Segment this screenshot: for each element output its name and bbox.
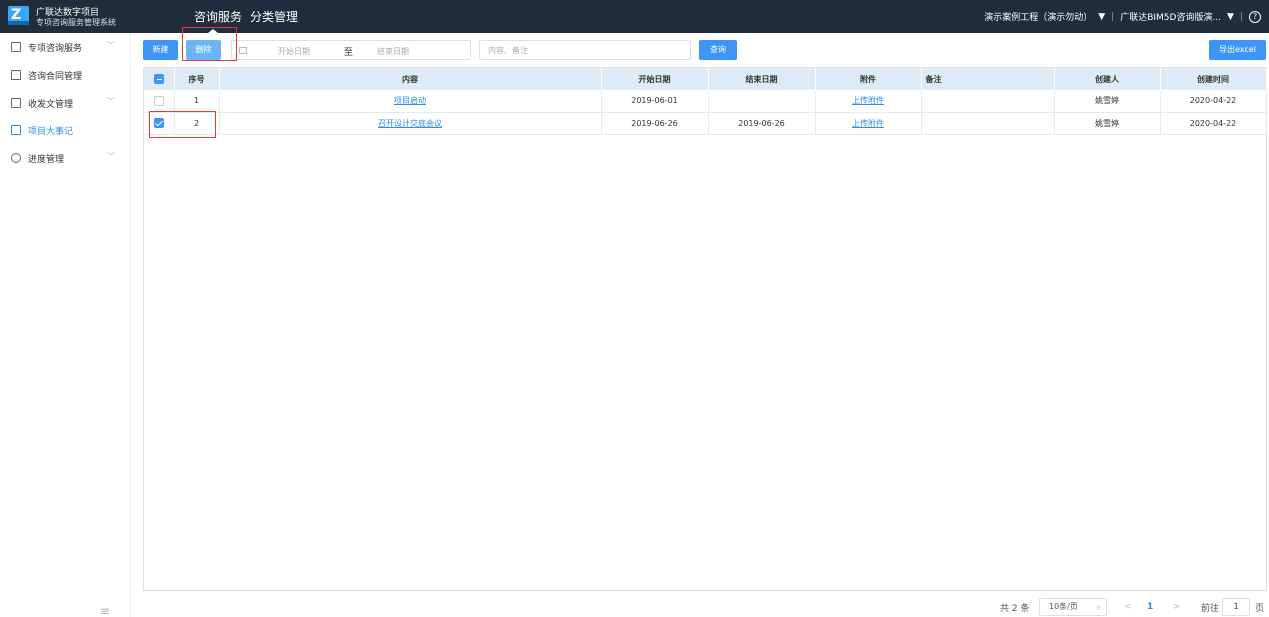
prev-page-button[interactable]: <	[1124, 598, 1132, 616]
table-header-row: 序号 内容 开始日期 结束日期 附件 备注 创建人 创建时间	[144, 68, 1267, 90]
active-tab-indicator	[208, 29, 218, 33]
sidebar-item-documents[interactable]: 收发文管理 ﹀	[0, 90, 130, 116]
clock-icon	[11, 153, 21, 163]
row-select-cell[interactable]	[144, 112, 175, 135]
company-selector[interactable]: 广联达BIM5D咨询版演...	[1120, 10, 1221, 23]
end-date-placeholder[interactable]: 结束日期	[377, 46, 409, 57]
date-range-picker[interactable]: 开始日期 至 结束日期	[231, 40, 471, 60]
select-all-cell[interactable]	[144, 68, 175, 90]
creator-cell: 姚雪婷	[1054, 90, 1161, 113]
row-checkbox[interactable]	[153, 95, 164, 106]
sidebar-item-label: 进度管理	[28, 155, 65, 165]
table-row[interactable]: 2 召开设计交底会议 2019-06-26 2019-06-26 上传附件 姚雪…	[144, 112, 1267, 135]
new-button[interactable]: 新建	[143, 40, 178, 60]
chevron-down-icon: ∨	[1095, 603, 1101, 611]
chevron-down-icon[interactable]: ﹀	[107, 96, 115, 107]
column-header: 创建时间	[1160, 68, 1267, 90]
project-selector[interactable]: 演示案例工程（演示勿动）	[984, 10, 1092, 23]
column-header: 开始日期	[601, 68, 709, 90]
upload-attachment-link[interactable]: 上传附件	[852, 119, 884, 128]
row-checkbox[interactable]	[153, 118, 164, 128]
row-number: 1	[174, 90, 220, 113]
sidebar-item-contract[interactable]: 咨询合同管理	[0, 62, 130, 88]
end-date-cell	[708, 90, 816, 113]
column-header: 附件	[815, 68, 922, 90]
goto-label: 前往	[1201, 603, 1220, 614]
row-number: 2	[174, 112, 220, 135]
tab-consulting-service[interactable]: 咨询服务	[194, 8, 242, 25]
created-time-cell: 2020-04-22	[1160, 90, 1267, 113]
notebook-icon	[11, 125, 21, 135]
export-excel-button[interactable]: 导出excel	[1209, 40, 1266, 60]
top-bar: Z 广联达数字项目 专项咨询服务管理系统 咨询服务 分类管理 演示案例工程（演示…	[0, 0, 1269, 33]
tab-category-management[interactable]: 分类管理	[250, 8, 298, 25]
attachment-cell: 上传附件	[815, 112, 922, 135]
milestone-table: 序号 内容 开始日期 结束日期 附件 备注 创建人 创建时间 1 项目启动 20…	[143, 67, 1267, 591]
sidebar: 专项咨询服务 ﹀ 咨询合同管理 收发文管理 ﹀ 项目大事记 进度管理 ﹀ ≡	[0, 33, 131, 617]
column-header: 备注	[921, 68, 1055, 90]
doc-icon	[11, 42, 21, 52]
column-header: 序号	[174, 68, 220, 90]
page-suffix-label: 页	[1255, 603, 1265, 614]
pagination-total: 共 2 条	[1000, 603, 1030, 614]
column-header: 结束日期	[708, 68, 816, 90]
page-size-select[interactable]: 10条/页 ∨	[1039, 598, 1107, 616]
header-right: 演示案例工程（演示勿动） ▼ | 广联达BIM5D咨询版演... ▼ | ?	[984, 10, 1261, 23]
start-date-placeholder[interactable]: 开始日期	[278, 46, 310, 57]
brand-subtitle: 专项咨询服务管理系统	[36, 18, 116, 27]
goto-page-input[interactable]: 1	[1222, 598, 1250, 616]
column-header: 创建人	[1054, 68, 1161, 90]
content-link[interactable]: 项目启动	[394, 96, 426, 105]
sidebar-item-label: 咨询合同管理	[28, 72, 83, 82]
menu-collapse-icon[interactable]: ≡	[100, 604, 110, 617]
start-date-cell: 2019-06-26	[601, 112, 709, 135]
select-all-checkbox[interactable]	[153, 74, 164, 84]
content-cell: 召开设计交底会议	[219, 112, 602, 135]
range-separator: 至	[344, 48, 354, 58]
page-size-value: 10条/页	[1049, 602, 1078, 611]
chevron-down-icon[interactable]: ﹀	[107, 40, 115, 51]
sidebar-item-label: 收发文管理	[28, 100, 74, 110]
creator-cell: 姚雪婷	[1054, 112, 1161, 135]
sidebar-item-label: 项目大事记	[28, 127, 74, 137]
end-date-cell: 2019-06-26	[708, 112, 816, 135]
delete-button[interactable]: 删除	[186, 40, 221, 60]
row-select-cell[interactable]	[144, 90, 175, 113]
start-date-cell: 2019-06-01	[601, 90, 709, 113]
created-time-cell: 2020-04-22	[1160, 112, 1267, 135]
project-dropdown-icon[interactable]: ▼	[1098, 12, 1105, 22]
attachment-cell: 上传附件	[815, 90, 922, 113]
mail-icon	[11, 98, 21, 108]
column-header: 内容	[219, 68, 602, 90]
search-input[interactable]	[479, 40, 691, 60]
separator: |	[1239, 11, 1243, 22]
sidebar-item-label: 专项咨询服务	[28, 44, 83, 54]
sidebar-item-milestones[interactable]: 项目大事记	[0, 117, 130, 143]
content-cell: 项目启动	[219, 90, 602, 113]
table-row[interactable]: 1 项目启动 2019-06-01 上传附件 姚雪婷 2020-04-22	[144, 90, 1267, 113]
contract-icon	[11, 70, 21, 80]
calendar-icon	[239, 47, 247, 54]
query-button[interactable]: 查询	[699, 40, 737, 60]
chevron-down-icon[interactable]: ﹀	[107, 151, 115, 162]
logo-icon[interactable]: Z	[8, 6, 29, 25]
note-cell	[921, 90, 1055, 113]
page-number-current[interactable]: 1	[1147, 598, 1153, 616]
note-cell	[921, 112, 1055, 135]
next-page-button[interactable]: >	[1173, 598, 1181, 616]
content-link[interactable]: 召开设计交底会议	[378, 119, 442, 128]
sidebar-item-progress[interactable]: 进度管理 ﹀	[0, 145, 130, 171]
separator: |	[1111, 11, 1115, 22]
help-icon[interactable]: ?	[1249, 10, 1261, 23]
sidebar-item-special-consulting[interactable]: 专项咨询服务 ﹀	[0, 34, 130, 60]
upload-attachment-link[interactable]: 上传附件	[852, 96, 884, 105]
company-dropdown-icon[interactable]: ▼	[1227, 12, 1234, 22]
